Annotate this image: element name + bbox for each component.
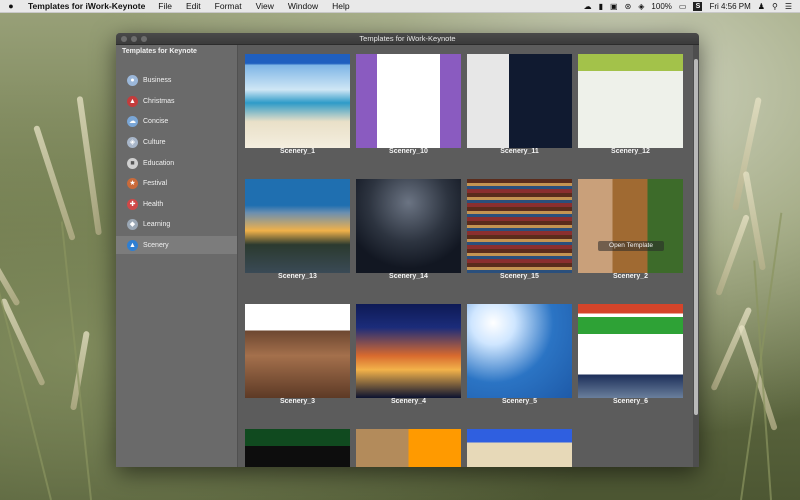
template-label: Scenery_5 xyxy=(501,398,538,405)
template-thumb-scenery-1[interactable] xyxy=(245,54,350,148)
sidebar-item-culture[interactable]: ◈ Culture xyxy=(116,133,237,151)
sidebar-item-label: Concise xyxy=(143,117,169,125)
sidebar-item-label: Business xyxy=(143,76,172,84)
menu-help[interactable]: Help xyxy=(325,1,356,11)
template-thumb-scenery-14[interactable] xyxy=(356,179,461,273)
template-label: Scenery_10 xyxy=(389,148,428,155)
template-thumb-scenery-10[interactable] xyxy=(356,54,461,148)
sidebar-item-health[interactable]: ✚ Health xyxy=(116,195,237,213)
menu-bar: ● Templates for iWork-Keynote File Edit … xyxy=(0,0,800,13)
clock[interactable]: Fri 4:56 PM xyxy=(709,2,750,11)
apple-menu-icon[interactable]: ● xyxy=(0,1,22,11)
sidebar-item-education[interactable]: ■ Education xyxy=(116,154,237,172)
template-label: Scenery_15 xyxy=(500,273,539,280)
sidebar-item-concise[interactable]: ☁ Concise xyxy=(116,112,237,130)
template-label: Scenery_3 xyxy=(279,398,316,405)
template-thumb-scenery-5[interactable] xyxy=(467,304,572,398)
learning-icon: ◆ xyxy=(127,218,138,230)
wifi-icon[interactable]: ◈ xyxy=(638,2,644,11)
user-icon[interactable]: ♟ xyxy=(758,2,765,11)
template-label: Scenery_11 xyxy=(500,148,539,155)
health-icon: ✚ xyxy=(127,198,138,210)
bluetooth-icon[interactable]: ⊛ xyxy=(625,2,632,11)
sidebar-item-learning[interactable]: ◆ Learning xyxy=(116,215,237,233)
spotlight-search-icon[interactable]: ⚲ xyxy=(772,2,778,11)
sidebar-item-label: Scenery xyxy=(143,241,169,249)
template-thumb-scenery-4[interactable] xyxy=(356,304,461,398)
sidebar-item-christmas[interactable]: ▲ Christmas xyxy=(116,92,237,110)
template-thumb-scenery-13[interactable] xyxy=(245,179,350,273)
template-thumb[interactable] xyxy=(467,429,572,467)
sidebar-header: Templates for Keynote xyxy=(122,48,197,55)
sidebar-item-label: Health xyxy=(143,200,164,208)
template-grid: Scenery_1 Scenery_10 Scenery_11 Scenery_… xyxy=(238,45,699,467)
template-thumb-scenery-2[interactable]: Open Template xyxy=(578,179,683,273)
battery-icon[interactable]: ▭ xyxy=(679,2,687,11)
template-thumb-scenery-6[interactable] xyxy=(578,304,683,398)
sidebar-item-business[interactable]: ● Business xyxy=(116,71,237,89)
menu-window[interactable]: Window xyxy=(281,1,325,11)
template-thumb[interactable] xyxy=(356,429,461,467)
education-icon: ■ xyxy=(127,157,138,169)
battery-percent[interactable]: 100% xyxy=(651,2,671,11)
sidebar-item-label: Education xyxy=(143,159,175,167)
sidebar-item-label: Culture xyxy=(143,138,166,146)
sidebar-item-label: Festival xyxy=(143,179,168,187)
s-app-icon[interactable]: S xyxy=(693,1,703,11)
template-thumb-scenery-11[interactable] xyxy=(467,54,572,148)
scrollbar-thumb[interactable] xyxy=(694,59,698,415)
window-titlebar[interactable]: Templates for iWork-Keynote xyxy=(116,33,699,45)
sidebar-item-label: Christmas xyxy=(143,97,175,105)
menu-view[interactable]: View xyxy=(249,1,281,11)
template-label: Scenery_14 xyxy=(389,273,428,280)
menu-format[interactable]: Format xyxy=(208,1,249,11)
sidebar: Templates for Keynote ● Business ▲ Chris… xyxy=(116,45,238,467)
cloud-icon[interactable]: ☁ xyxy=(584,2,592,11)
open-template-button[interactable]: Open Template xyxy=(598,241,664,251)
menu-file[interactable]: File xyxy=(151,1,179,11)
scenery-icon: ▲ xyxy=(127,239,138,251)
template-thumb-scenery-15[interactable] xyxy=(467,179,572,273)
festival-icon: ★ xyxy=(127,177,138,189)
santa-hat-icon: ▲ xyxy=(127,95,138,107)
template-thumb-scenery-3[interactable] xyxy=(245,304,350,398)
app-window: Templates for iWork-Keynote Templates fo… xyxy=(116,33,699,467)
scrollbar[interactable] xyxy=(693,45,699,467)
culture-icon: ◈ xyxy=(127,136,138,148)
template-thumb-scenery-12[interactable] xyxy=(578,54,683,148)
window-title: Templates for iWork-Keynote xyxy=(359,34,456,43)
template-thumb[interactable] xyxy=(245,429,350,467)
sidebar-item-label: Learning xyxy=(143,220,171,228)
lock-icon[interactable]: ▮ xyxy=(599,2,603,11)
template-label: Scenery_13 xyxy=(278,273,317,280)
display-icon[interactable]: ▣ xyxy=(610,2,618,11)
menu-edit[interactable]: Edit xyxy=(179,1,208,11)
template-label: Scenery_1 xyxy=(279,148,316,155)
template-label: Scenery_2 xyxy=(612,273,649,280)
cloud-icon: ☁ xyxy=(127,115,138,127)
template-label: Scenery_4 xyxy=(390,398,427,405)
notification-center-icon[interactable]: ☰ xyxy=(785,2,792,11)
template-label: Scenery_12 xyxy=(611,148,650,155)
globe-icon: ● xyxy=(127,74,138,86)
sidebar-item-festival[interactable]: ★ Festival xyxy=(116,174,237,192)
sidebar-item-scenery[interactable]: ▲ Scenery xyxy=(116,236,237,254)
template-label: Scenery_6 xyxy=(612,398,649,405)
app-menu[interactable]: Templates for iWork-Keynote xyxy=(22,1,151,11)
